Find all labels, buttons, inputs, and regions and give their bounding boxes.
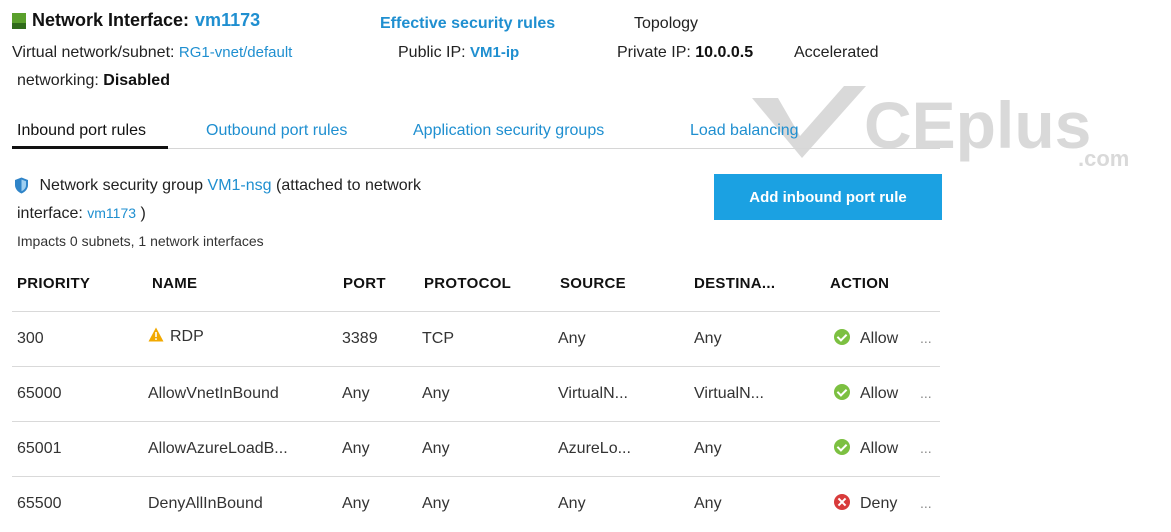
vnet-info: Virtual network/subnet: RG1-vnet/default <box>12 44 292 62</box>
cell-protocol: Any <box>422 495 450 512</box>
cell-protocol: Any <box>422 440 450 457</box>
cell-priority: 65000 <box>17 385 62 402</box>
allow-check-icon <box>834 329 850 345</box>
public-ip-label: Public IP: <box>398 44 466 61</box>
networking-value: Disabled <box>103 72 170 89</box>
accelerated-label: Accelerated <box>794 44 879 61</box>
network-interface-icon <box>12 12 26 29</box>
header-protocol[interactable]: PROTOCOL <box>424 275 511 292</box>
cell-destination: Any <box>694 440 722 457</box>
interface-close-paren: ) <box>140 205 146 222</box>
cell-name: AllowAzureLoadB... <box>148 440 288 457</box>
header-priority[interactable]: PRIORITY <box>17 275 90 292</box>
allow-check-icon <box>834 384 850 400</box>
cell-source: VirtualN... <box>558 385 628 402</box>
cell-protocol: TCP <box>422 330 454 347</box>
cell-priority: 65500 <box>17 495 62 512</box>
nsg-interface-line: interface: vm1173 ) <box>17 205 146 223</box>
cell-port: Any <box>342 495 370 512</box>
action-label: Allow <box>860 385 899 402</box>
tab-inbound-port-rules[interactable]: Inbound port rules <box>17 122 146 140</box>
topology-link[interactable]: Topology <box>634 15 698 33</box>
public-ip-info: Public IP: VM1-ip <box>398 44 519 62</box>
title-prefix: Network Interface: <box>32 10 190 30</box>
cell-destination: Any <box>694 330 722 347</box>
interface-label: interface: <box>17 205 83 222</box>
watermark-text: CEplus <box>864 88 1091 162</box>
cell-port: Any <box>342 385 370 402</box>
active-tab-indicator <box>12 146 168 149</box>
tab-application-security-groups[interactable]: Application security groups <box>413 122 604 140</box>
cell-action: Allow <box>834 439 898 458</box>
tab-outbound-port-rules[interactable]: Outbound port rules <box>206 122 347 140</box>
accelerated-networking-info: networking: Disabled <box>17 72 170 90</box>
nic-name-link[interactable]: vm1173 <box>195 10 260 31</box>
cell-protocol: Any <box>422 385 450 402</box>
networking-label: networking: <box>17 72 99 89</box>
nsg-prefix: Network security group <box>39 177 204 194</box>
private-ip-label: Private IP: <box>617 44 691 61</box>
cell-name: DenyAllInBound <box>148 495 263 512</box>
header-destination[interactable]: DESTINA... <box>694 275 775 292</box>
cell-action: Deny <box>834 494 897 513</box>
impacts-text: Impacts 0 subnets, 1 network interfaces <box>17 233 264 249</box>
table-row[interactable]: 65001 AllowAzureLoadB... Any Any AzureLo… <box>12 421 940 477</box>
cell-source: AzureLo... <box>558 440 631 457</box>
action-label: Allow <box>860 440 899 457</box>
cell-source: Any <box>558 495 586 512</box>
cell-priority: 300 <box>17 330 44 347</box>
vnet-link[interactable]: RG1-vnet/default <box>179 44 292 61</box>
interface-link[interactable]: vm1173 <box>87 205 136 221</box>
table-row[interactable]: 65000 AllowVnetInBound Any Any VirtualN.… <box>12 366 940 422</box>
watermark-logo: CEplus .com <box>752 86 1129 168</box>
allow-check-icon <box>834 439 850 455</box>
cell-action: Allow <box>834 329 898 348</box>
nsg-name-link[interactable]: VM1-nsg <box>208 177 272 194</box>
header-port[interactable]: PORT <box>343 275 386 292</box>
private-ip-info: Private IP: 10.0.0.5 <box>617 44 753 62</box>
table-row[interactable]: 65500 DenyAllInBound Any Any Any Any Den… <box>12 476 940 532</box>
tab-load-balancing[interactable]: Load balancing <box>690 122 799 140</box>
cell-port: 3389 <box>342 330 378 347</box>
shield-icon <box>15 177 28 194</box>
rule-name: RDP <box>170 328 204 345</box>
vnet-label: Virtual network/subnet: <box>12 44 175 61</box>
cell-name: AllowVnetInBound <box>148 385 279 402</box>
watermark-sub: .com <box>1078 146 1129 168</box>
cell-name: RDP <box>148 327 204 346</box>
nsg-info-line: Network security group VM1-nsg (attached… <box>14 177 421 195</box>
action-label: Deny <box>860 495 898 512</box>
header-name[interactable]: NAME <box>152 275 197 292</box>
table-row[interactable]: 300 RDP 3389 TCP Any Any Allow ... <box>12 311 940 367</box>
cell-source: Any <box>558 330 586 347</box>
deny-x-icon <box>834 494 850 510</box>
page-title: Network Interface: vm1173 <box>12 10 260 31</box>
header-source[interactable]: SOURCE <box>560 275 626 292</box>
cell-action: Allow <box>834 384 898 403</box>
action-label: Allow <box>860 330 899 347</box>
cell-destination: VirtualN... <box>694 385 764 402</box>
cell-port: Any <box>342 440 370 457</box>
row-more-button[interactable]: ... <box>920 385 932 401</box>
warning-icon <box>148 327 164 342</box>
public-ip-link[interactable]: VM1-ip <box>470 44 519 61</box>
row-more-button[interactable]: ... <box>920 330 932 346</box>
row-more-button[interactable]: ... <box>920 440 932 456</box>
effective-security-rules-link[interactable]: Effective security rules <box>380 15 555 33</box>
cell-priority: 65001 <box>17 440 62 457</box>
row-more-button[interactable]: ... <box>920 495 932 511</box>
nsg-attached-text: (attached to network <box>276 177 421 194</box>
cell-destination: Any <box>694 495 722 512</box>
private-ip-value: 10.0.0.5 <box>695 44 754 61</box>
add-inbound-port-rule-button[interactable]: Add inbound port rule <box>714 174 942 220</box>
header-action[interactable]: ACTION <box>830 275 889 292</box>
